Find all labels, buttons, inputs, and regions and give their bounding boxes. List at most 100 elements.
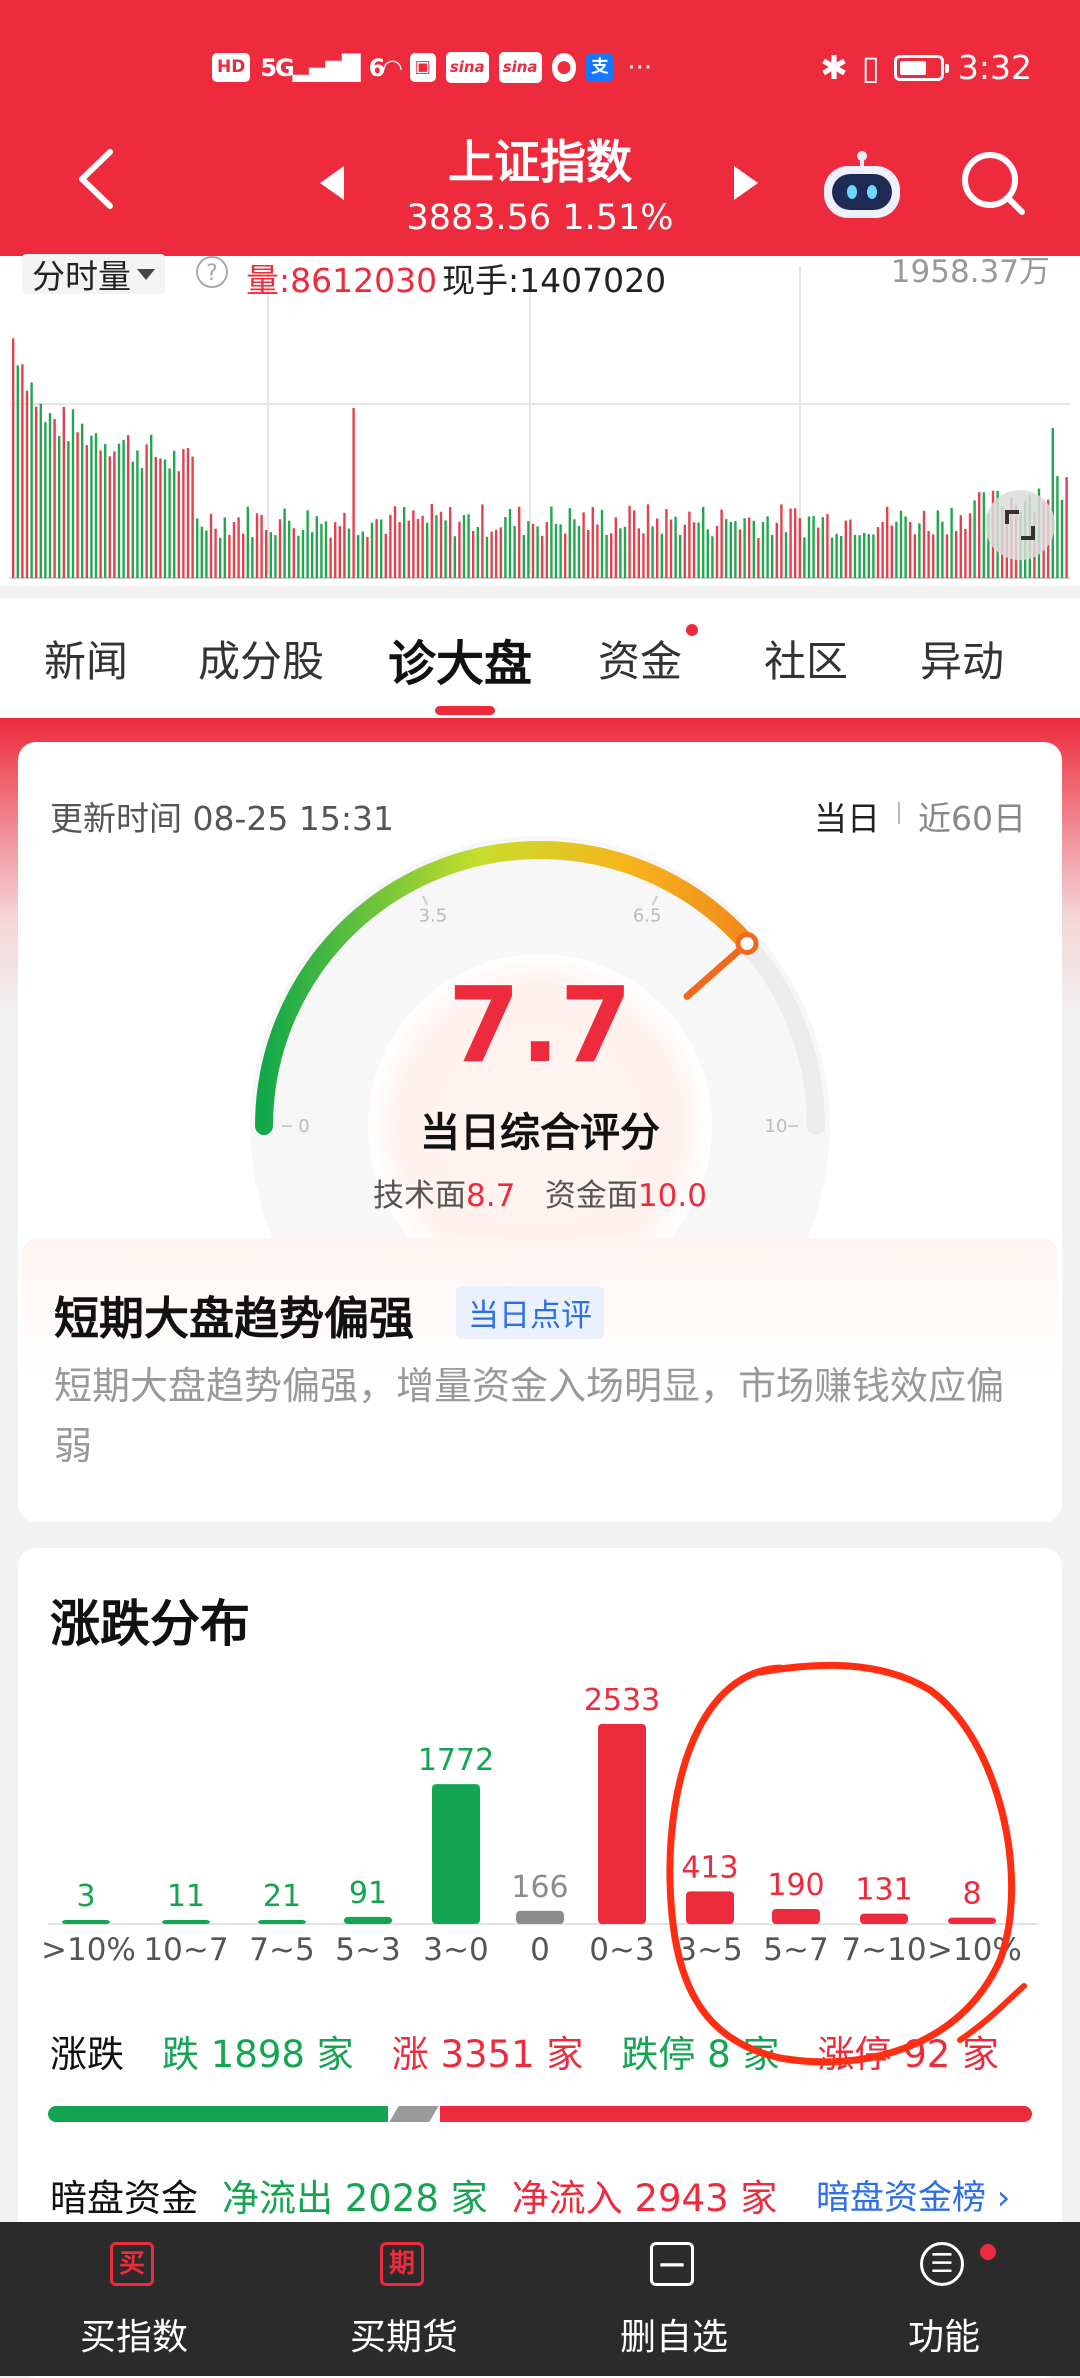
volume-bar [186, 447, 190, 578]
limit-down-count: 跌停 8 家 [621, 2033, 780, 2076]
net-inflow-count: 净流入 2943 家 [511, 2177, 778, 2220]
daily-comment-tag[interactable]: 当日点评 [456, 1286, 604, 1339]
volume-bar [173, 450, 176, 578]
volume-bar [554, 523, 558, 578]
volume-bar [329, 537, 332, 578]
volume-bar [518, 506, 521, 578]
volume-bar [159, 458, 162, 578]
volume-bar [600, 509, 604, 578]
volume-bar [536, 526, 539, 578]
help-icon[interactable]: ? [196, 256, 228, 288]
volume-bar [550, 506, 553, 578]
nav-functions[interactable]: ☰ 功能 [844, 2222, 1044, 2376]
volume-bar [472, 530, 475, 578]
nav-buy-futures-label: 买期货 [349, 2317, 458, 2358]
volume-bar [830, 537, 834, 578]
distribution-bar [598, 1724, 646, 1924]
volume-bar [545, 522, 548, 578]
ratio-down [48, 2106, 388, 2122]
distribution-value-label: 11 [167, 1879, 205, 1914]
volume-bar [398, 521, 401, 578]
back-icon[interactable] [72, 146, 120, 212]
volume-bar [311, 532, 314, 578]
volume-bar [729, 521, 732, 578]
bluetooth-icon: ✱ [820, 48, 848, 87]
robot-assistant-icon[interactable] [820, 148, 904, 222]
tab-movements[interactable]: 异动 [920, 628, 1004, 689]
volume-bar [619, 528, 622, 578]
volume-bar [458, 521, 461, 578]
volume-bar [922, 510, 926, 578]
status-bar: HD 5G▂▄▆█ 6◠ ▣ sina sina ● 支 ··· ✱ ▯ 3:3… [0, 0, 1080, 140]
volume-bar [444, 520, 447, 578]
nav-buy-index[interactable]: 买 买指数 [34, 2222, 234, 2376]
volume-bar [67, 441, 70, 578]
nav-buy-index-label: 买指数 [79, 2317, 188, 2358]
volume-bar [757, 537, 760, 578]
sina-icon-2: sina [498, 52, 542, 83]
volume-bar [564, 533, 567, 578]
search-icon[interactable] [958, 148, 1028, 218]
volume-bar [642, 533, 645, 578]
volume-bar [71, 409, 75, 578]
next-index-icon[interactable] [734, 166, 758, 200]
remove-icon: — [650, 2242, 694, 2286]
tab-diagnose-market[interactable]: 诊大盘 [388, 624, 532, 694]
page-title: 上证指数 [448, 135, 632, 189]
volume-bar [292, 528, 295, 578]
shopping-bag-icon: ▣ [409, 53, 436, 82]
volume-bar [209, 513, 213, 578]
volume-bar [508, 508, 512, 578]
volume-bar [771, 534, 774, 578]
volume-bar [821, 517, 824, 578]
volume-bar [688, 511, 691, 578]
gauge-tick-label: 3.5 [419, 906, 448, 927]
volume-bar [936, 510, 939, 578]
volume-bar [30, 382, 33, 578]
volume-bar [219, 537, 222, 578]
volume-bar [909, 521, 912, 578]
distribution-x-label: 7~10 [841, 1932, 927, 1968]
volume-bar [449, 507, 452, 578]
volume-bar [421, 515, 424, 578]
volume-bar [426, 522, 429, 578]
volume-bar [582, 512, 585, 578]
volume-bar [35, 406, 38, 578]
tab-constituents[interactable]: 成分股 [198, 628, 324, 689]
range-60days-toggle[interactable]: 近60日 [918, 792, 1026, 840]
volume-bar [812, 515, 815, 578]
notification-dot [980, 2244, 996, 2260]
volume-mode-label: 分时量 [32, 257, 131, 296]
volume-bar [623, 526, 627, 578]
volume-bar [683, 524, 686, 578]
distribution-value-label: 3 [76, 1879, 95, 1914]
volume-bar [596, 524, 599, 578]
nav-buy-futures[interactable]: 期 买期货 [304, 2222, 504, 2376]
distribution-bar [772, 1908, 820, 1924]
chat-bubble-icon: ● [551, 53, 577, 82]
volume-bar [853, 534, 857, 578]
volume-bar [752, 520, 755, 578]
volume-bar [375, 519, 378, 578]
volume-bars [10, 266, 1070, 579]
distribution-value-label: 8 [962, 1877, 981, 1912]
distribution-x-label: >10% [41, 1932, 136, 1968]
volume-bar [196, 518, 199, 578]
more-notifications-icon: ··· [627, 52, 653, 83]
distribution-value-label: 131 [855, 1873, 912, 1908]
volume-bar [407, 520, 410, 578]
volume-mode-selector[interactable]: 分时量 [22, 254, 165, 296]
volume-bar [347, 528, 351, 578]
expand-icon[interactable] [985, 490, 1055, 560]
ratio-up [440, 2106, 1032, 2122]
volume-bar [278, 519, 282, 578]
nav-remove-watchlist[interactable]: — 删自选 [574, 2222, 774, 2376]
tab-funds[interactable]: 资金 [598, 628, 682, 689]
volume-bar [1065, 477, 1068, 578]
volume-bar [237, 517, 240, 578]
volume-bar [932, 534, 935, 578]
tab-community[interactable]: 社区 [764, 628, 848, 689]
dark-pool-ranking-link[interactable]: 暗盘资金榜 › [816, 2170, 1010, 2219]
volume-bar [485, 536, 489, 578]
tab-news[interactable]: 新闻 [44, 628, 128, 689]
